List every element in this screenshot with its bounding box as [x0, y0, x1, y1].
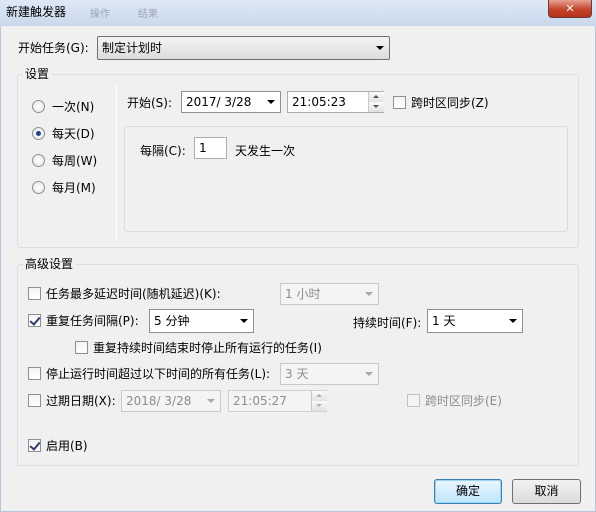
recur-suffix: 天发生一次	[235, 144, 296, 158]
expire-label[interactable]: 过期日期(X):	[46, 394, 116, 408]
repeat-checkbox[interactable]	[28, 314, 41, 327]
expire-time-value: 21:05:27	[233, 394, 287, 408]
window-title: 新建触发器	[6, 5, 67, 19]
stop-if-longer-dropdown[interactable]: 3 天	[280, 363, 379, 385]
chevron-down-icon	[365, 292, 373, 296]
radio-daily[interactable]	[32, 127, 45, 140]
expire-time-field[interactable]: 21:05:27	[228, 390, 327, 412]
begin-task-value: 制定计划时	[102, 41, 163, 55]
delay-checkbox[interactable]	[28, 287, 41, 300]
stop-if-longer-label[interactable]: 停止运行时间超过以下时间的所有任务(L):	[46, 367, 270, 381]
chevron-down-icon	[376, 46, 384, 50]
radio-weekly-label[interactable]: 每周(W)	[52, 154, 97, 168]
start-label: 开始(S):	[127, 96, 173, 110]
radio-once-label[interactable]: 一次(N)	[52, 100, 94, 114]
delay-dropdown[interactable]: 1 小时	[280, 283, 379, 305]
recur-label: 每隔(C):	[140, 144, 186, 158]
advanced-group-label: 高级设置	[23, 257, 76, 271]
sync-timezone-label[interactable]: 跨时区同步(Z)	[411, 96, 489, 110]
start-time-spinner[interactable]	[368, 92, 384, 112]
expire-date-value: 2018/ 3/28	[126, 394, 192, 408]
recurrence-panel	[124, 126, 568, 232]
spin-down-icon[interactable]	[369, 102, 384, 112]
stop-at-end-checkbox[interactable]	[75, 341, 88, 354]
radio-once[interactable]	[32, 100, 45, 113]
expire-checkbox[interactable]	[28, 394, 41, 407]
repeat-label[interactable]: 重复任务间隔(P):	[46, 314, 139, 328]
recur-days-value: 1	[199, 141, 207, 155]
start-date-picker[interactable]: 2017/ 3/28	[181, 91, 281, 113]
expire-time-spinner[interactable]	[311, 391, 327, 411]
expire-sync-label[interactable]: 跨时区同步(E)	[425, 394, 502, 408]
radio-daily-label[interactable]: 每天(D)	[52, 127, 95, 141]
background-tab-results: 结果	[138, 9, 158, 20]
stop-at-end-label[interactable]: 重复持续时间结束时停止所有运行的任务(I)	[93, 341, 322, 355]
chevron-down-icon	[267, 100, 275, 104]
radio-monthly[interactable]	[32, 181, 45, 194]
enabled-checkbox[interactable]	[28, 439, 41, 452]
cancel-button[interactable]: 取消	[512, 479, 581, 504]
settings-group-label: 设置	[23, 67, 52, 81]
stop-if-longer-value: 3 天	[285, 367, 309, 381]
background-tab-operations: 操作	[90, 9, 110, 20]
stop-if-longer-checkbox[interactable]	[28, 367, 41, 380]
settings-divider	[116, 84, 117, 240]
chevron-down-icon	[509, 319, 517, 323]
expire-date-picker[interactable]: 2018/ 3/28	[121, 390, 221, 412]
repeat-interval-dropdown[interactable]: 5 分钟	[149, 309, 254, 333]
enabled-label[interactable]: 启用(B)	[46, 439, 88, 453]
recur-days-field[interactable]: 1	[194, 137, 227, 159]
start-time-field[interactable]: 21:05:23	[287, 91, 384, 113]
delay-label[interactable]: 任务最多延迟时间(随机延迟)(K):	[46, 287, 221, 301]
start-date-value: 2017/ 3/28	[186, 95, 252, 109]
expire-sync-checkbox[interactable]	[407, 394, 420, 407]
chevron-down-icon	[240, 319, 248, 323]
close-button[interactable]: ✕	[548, 0, 592, 18]
delay-value: 1 小时	[285, 287, 321, 301]
spin-down-icon[interactable]	[312, 401, 327, 411]
ok-button[interactable]: 确定	[434, 479, 502, 504]
duration-dropdown[interactable]: 1 天	[427, 309, 523, 333]
close-icon: ✕	[565, 2, 575, 15]
sync-timezone-checkbox[interactable]	[393, 96, 406, 109]
chevron-down-icon	[207, 399, 215, 403]
repeat-interval-value: 5 分钟	[154, 314, 190, 328]
radio-weekly[interactable]	[32, 154, 45, 167]
radio-monthly-label[interactable]: 每月(M)	[52, 181, 96, 195]
duration-value: 1 天	[432, 314, 456, 328]
begin-task-dropdown[interactable]: 制定计划时	[97, 36, 390, 60]
begin-task-label: 开始任务(G):	[18, 41, 89, 55]
chevron-down-icon	[365, 372, 373, 376]
duration-label: 持续时间(F):	[353, 316, 422, 330]
start-time-value: 21:05:23	[292, 95, 346, 109]
